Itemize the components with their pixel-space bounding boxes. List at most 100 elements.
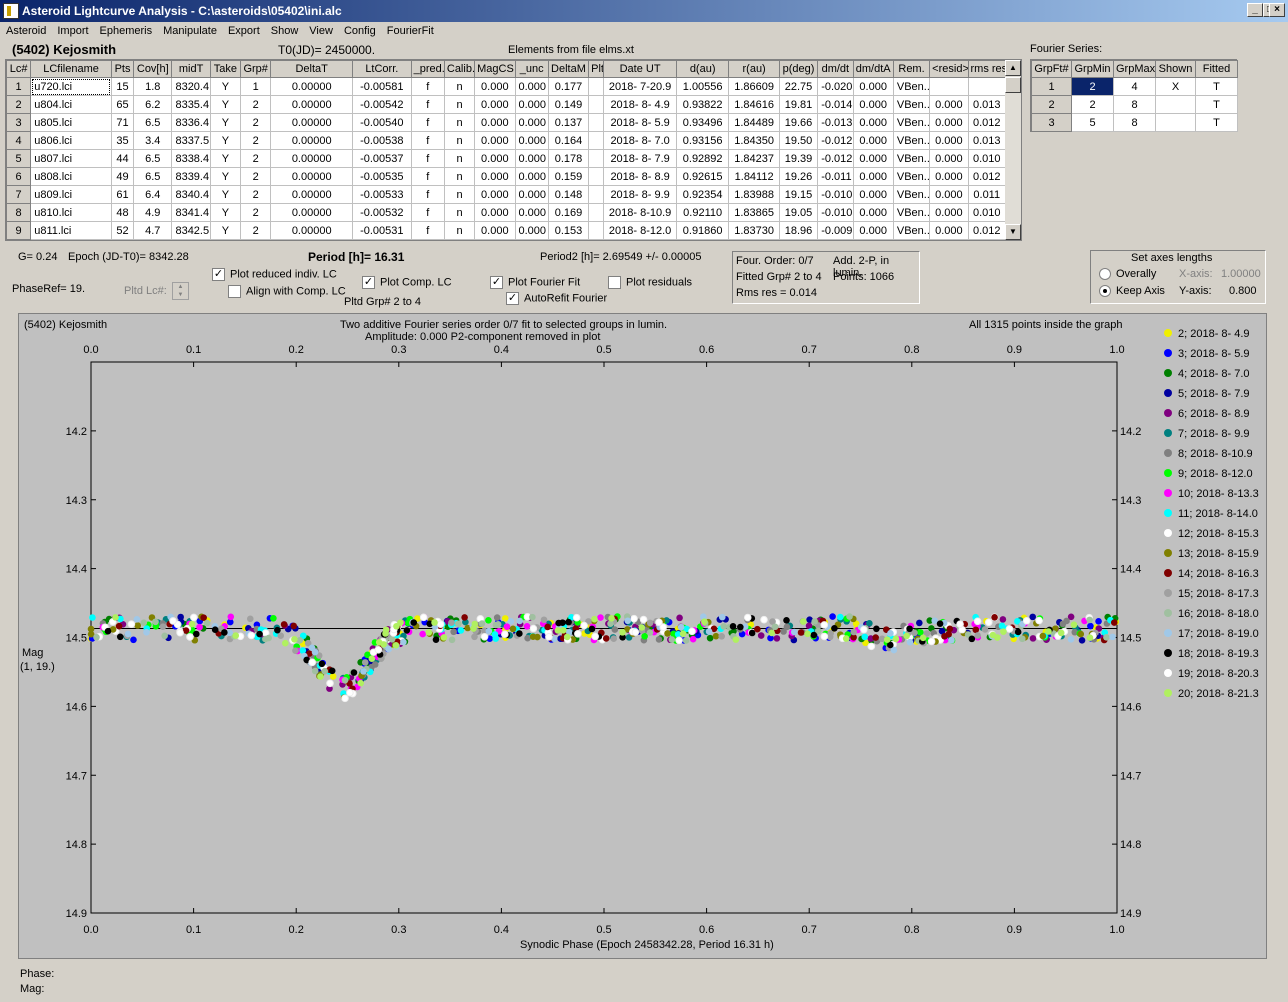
y-tick-label: 14.7 [66, 770, 87, 782]
data-point [277, 632, 285, 639]
data-point [169, 617, 177, 625]
legend-marker [1164, 609, 1172, 617]
data-point [360, 668, 367, 675]
data-point [346, 688, 354, 697]
data-point [861, 633, 869, 641]
legend-marker [1164, 549, 1172, 557]
data-point [529, 613, 536, 621]
data-point [1086, 634, 1094, 642]
data-point [655, 618, 663, 627]
data-point [410, 619, 418, 626]
data-point [805, 622, 813, 630]
y-tick-label-right: 14.2 [1120, 426, 1141, 438]
data-point [1078, 637, 1086, 644]
data-point [679, 630, 687, 637]
data-point [374, 646, 383, 654]
legend-label: 17; 2018- 8-19.0 [1178, 628, 1259, 640]
data-point [192, 630, 200, 638]
x-tick-label-top: 0.3 [391, 344, 406, 356]
data-point [494, 621, 502, 628]
data-point [400, 638, 407, 646]
data-point [773, 635, 781, 642]
data-point [771, 623, 779, 631]
data-point [631, 628, 640, 636]
y-tick-label-right: 14.3 [1120, 495, 1141, 507]
data-point [350, 669, 358, 676]
x-tick-label: 0.6 [699, 924, 714, 936]
data-point [797, 629, 805, 636]
x-tick-label-top: 0.6 [699, 344, 714, 356]
legend-marker [1164, 469, 1172, 477]
data-point [602, 635, 610, 642]
data-point [1045, 628, 1052, 635]
legend-marker [1164, 329, 1172, 337]
data-point [831, 624, 838, 632]
data-point [544, 623, 551, 631]
data-point [491, 631, 499, 638]
data-point [485, 616, 492, 624]
data-point [392, 642, 400, 649]
data-point [1005, 625, 1014, 633]
data-point [274, 626, 281, 634]
x-tick-label: 0.0 [83, 924, 98, 936]
data-point [887, 629, 894, 637]
data-point [1039, 632, 1047, 640]
data-point [591, 632, 599, 641]
data-point [436, 620, 445, 628]
data-point [768, 629, 776, 637]
data-point [388, 635, 396, 643]
data-point [124, 630, 132, 638]
data-point [317, 673, 324, 680]
data-point [892, 635, 900, 643]
data-point [501, 630, 509, 638]
data-point [1022, 616, 1031, 625]
legend-marker [1164, 649, 1172, 657]
x-tick-label: 1.0 [1109, 924, 1124, 936]
y-tick-label: 14.8 [66, 839, 87, 851]
legend-label: 18; 2018- 8-19.3 [1178, 648, 1259, 660]
data-point [461, 614, 468, 621]
data-point [641, 632, 648, 640]
y-tick-label: 14.6 [66, 701, 87, 713]
data-point [718, 632, 726, 640]
data-point [116, 633, 124, 641]
data-point [630, 614, 638, 623]
data-point [588, 625, 596, 633]
data-point [368, 655, 376, 662]
x-tick-label: 0.9 [1007, 924, 1022, 936]
x-tick-label: 0.2 [289, 924, 304, 936]
data-point [341, 676, 349, 684]
data-point [503, 623, 511, 630]
data-point [597, 614, 604, 621]
data-point [256, 630, 263, 638]
data-point [820, 621, 829, 629]
data-point [677, 623, 685, 631]
data-point [732, 636, 740, 643]
data-point [270, 614, 277, 622]
phase-readout: Phase: [20, 968, 55, 980]
data-point [227, 613, 235, 621]
data-point [563, 633, 571, 641]
data-point [516, 630, 523, 637]
data-point [419, 630, 426, 638]
legend-marker [1164, 689, 1172, 697]
mag-readout: Mag: [20, 983, 45, 995]
data-point [203, 619, 211, 627]
data-point [956, 620, 964, 628]
data-point [152, 618, 159, 626]
y-tick-label: 14.3 [66, 495, 87, 507]
data-point [906, 625, 913, 633]
lightcurve-chart[interactable]: 0.0 0.0 0.1 0.1 0.2 0.2 0.3 0.3 0.4 0.4 0.5 0.5 0.6 0… [0, 0, 1288, 1002]
data-point [455, 620, 462, 628]
data-point [984, 618, 993, 627]
data-point [610, 635, 618, 643]
data-point [529, 624, 538, 633]
data-point [1070, 621, 1078, 629]
data-point [1018, 635, 1026, 643]
data-point [968, 635, 976, 643]
data-point [705, 628, 713, 635]
data-point [188, 620, 196, 628]
legend-label: 8; 2018- 8-10.9 [1178, 448, 1253, 460]
data-point [1029, 613, 1037, 621]
data-point [318, 660, 326, 668]
